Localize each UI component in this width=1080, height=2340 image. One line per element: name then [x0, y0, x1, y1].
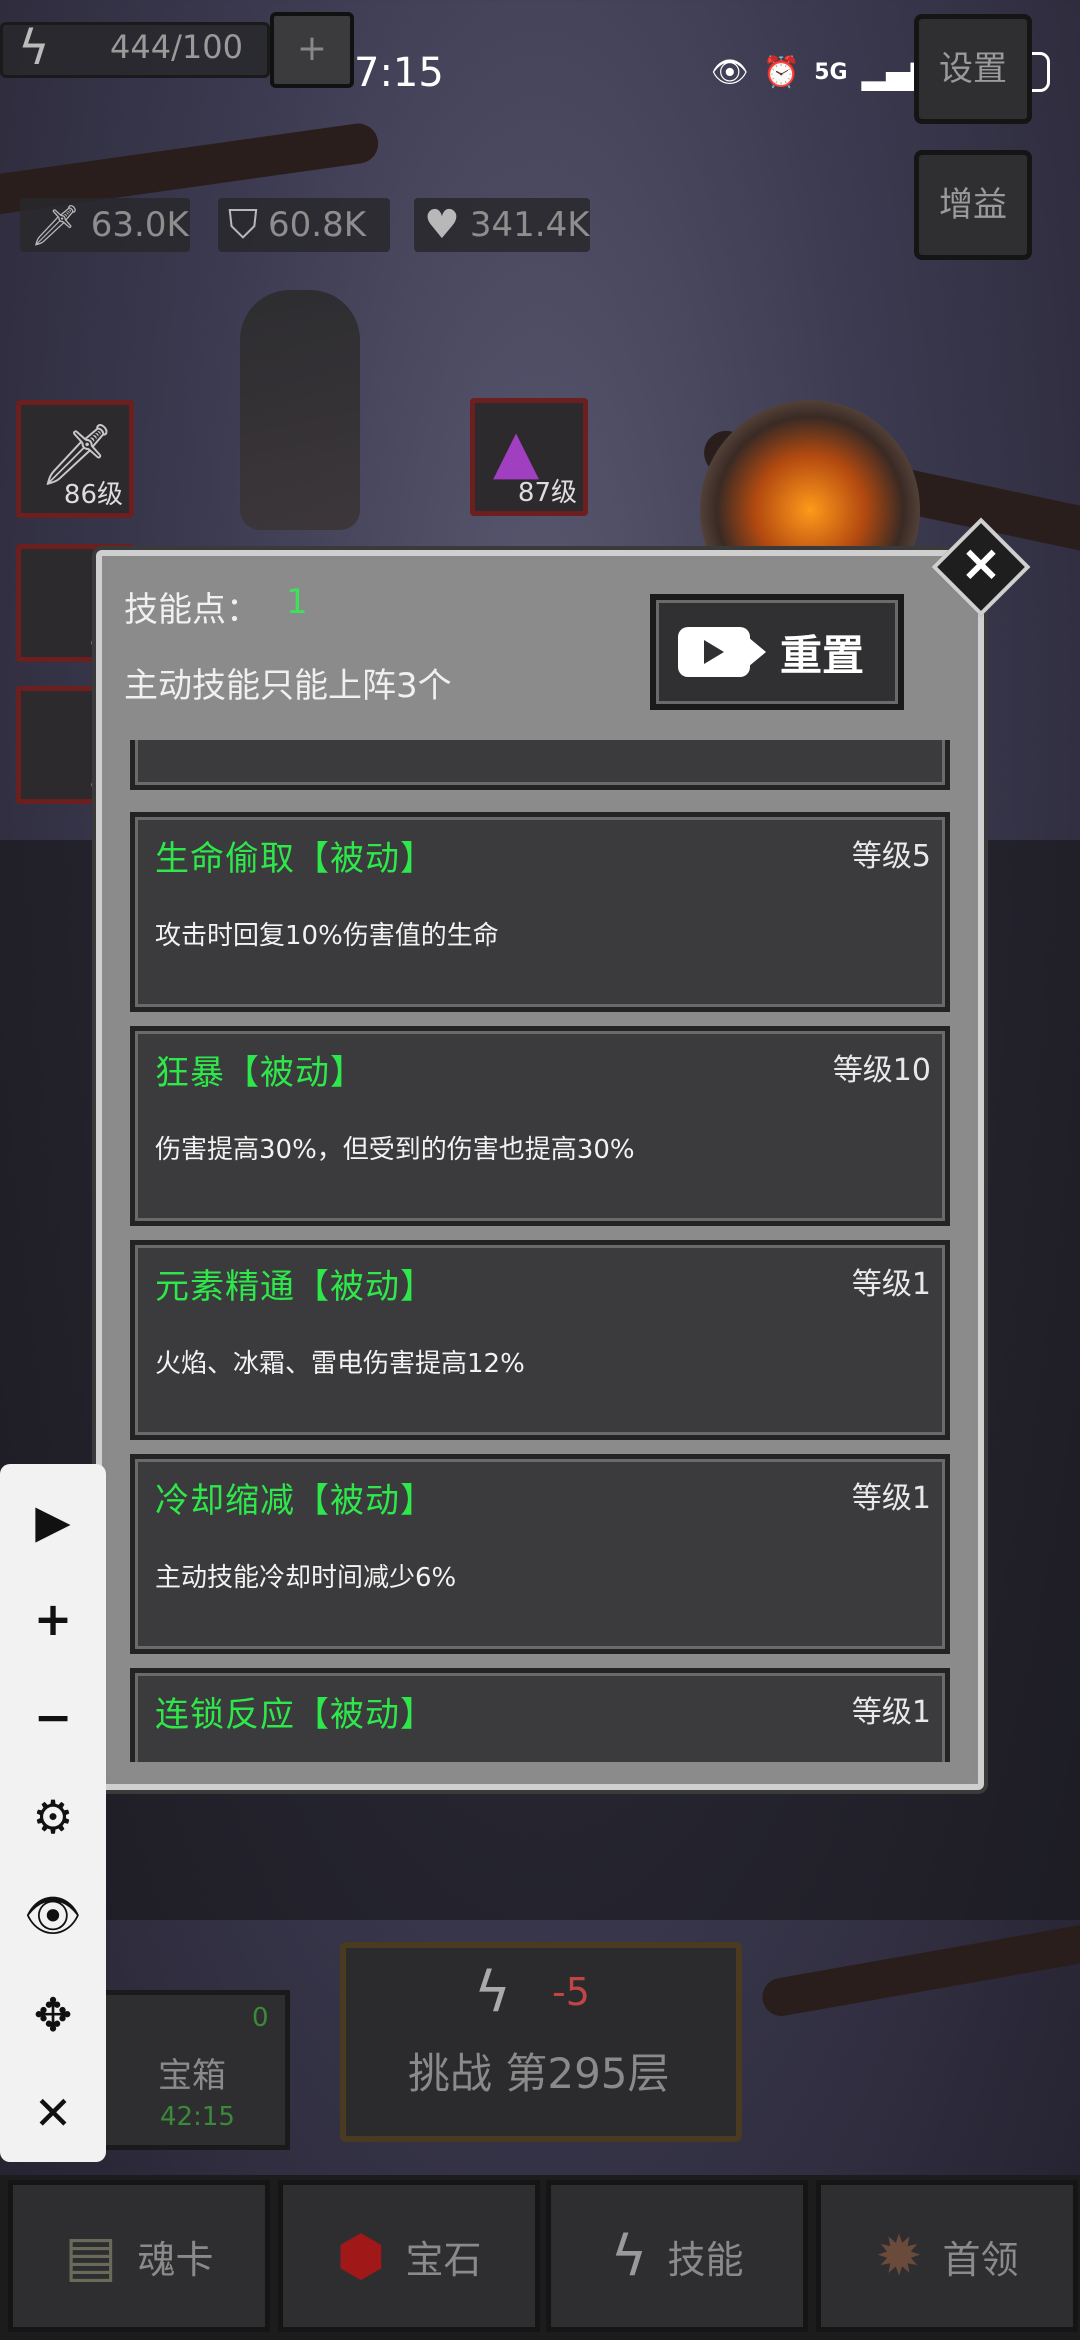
sword-icon: 🗡 [30, 202, 81, 249]
chest-label: 宝箱 [158, 2056, 226, 2096]
eye-icon[interactable]: 👁 [0, 1866, 106, 1964]
skill-level: 等级5 [851, 839, 931, 874]
heart-icon: ♥ [424, 202, 460, 248]
attack-stat: 🗡 63.0K [20, 198, 190, 252]
skill-title: 元素精通【被动】 [155, 1267, 435, 1307]
background-branch [759, 1919, 1080, 2019]
signal-label: 5G [814, 59, 848, 85]
skill-points-label: 技能点： [124, 590, 260, 630]
nav-label: 魂卡 [137, 2237, 214, 2282]
challenge-label: 挑战 第295层 [408, 2049, 670, 2098]
skill-desc: 伤害提高30%，但受到的伤害也提高30% [155, 1135, 635, 1165]
reset-button[interactable]: 重置 [650, 594, 904, 710]
buff-button[interactable]: 增益 [914, 150, 1032, 260]
floating-toolbar: ▶ + − ⚙ 👁 ✥ ✕ [0, 1464, 106, 2162]
equip-slot-hat[interactable]: ▲ 87级 [470, 398, 588, 516]
equip-level: 86级 [63, 480, 123, 510]
skill-card-partial [130, 740, 950, 790]
plus-icon[interactable]: + [0, 1570, 106, 1668]
lightning-icon: ϟ [18, 20, 50, 76]
active-skill-note: 主动技能只能上阵3个 [124, 666, 452, 706]
lightning-icon: ϟ [474, 1960, 511, 2025]
defense-value: 60.8K [268, 205, 366, 245]
nav-label: 技能 [667, 2237, 744, 2282]
defense-stat: ⛉ 60.8K [218, 198, 390, 252]
skill-level: 等级1 [851, 1267, 931, 1302]
reset-label: 重置 [780, 630, 865, 680]
skill-desc: 主动技能冷却时间减少6% [155, 1563, 457, 1593]
chest-timer: 42:15 [160, 2102, 235, 2132]
skill-card[interactable]: 冷却缩减【被动】 等级1 主动技能冷却时间减少6% [130, 1454, 950, 1654]
skill-level: 等级1 [851, 1481, 931, 1516]
nav-boss[interactable]: ✹ 首领 [816, 2180, 1078, 2332]
add-energy-button[interactable]: + [270, 12, 354, 88]
skill-title: 连锁反应【被动】 [155, 1695, 435, 1735]
skill-card[interactable]: 连锁反应【被动】 等级1 [130, 1668, 950, 1762]
close-icon[interactable]: × [946, 528, 1016, 598]
skill-title: 狂暴【被动】 [155, 1053, 365, 1093]
settings-button[interactable]: 设置 [914, 14, 1032, 124]
status-time: 7:15 [354, 50, 444, 96]
skill-points-value: 1 [286, 582, 308, 622]
attack-value: 63.0K [90, 205, 189, 245]
equip-slot-weapon[interactable]: 🗡 86级 [16, 400, 134, 518]
energy-value: 444/100 [110, 28, 243, 66]
chest-count: 0 [252, 2003, 269, 2033]
nav-soul-card[interactable]: ▤ 魂卡 [8, 2180, 270, 2332]
boss-icon: ✹ [875, 2223, 923, 2289]
skill-card[interactable]: 生命偷取【被动】 等级5 攻击时回复10%伤害值的生命 [130, 812, 950, 1012]
nav-skill[interactable]: ϟ 技能 [546, 2180, 808, 2332]
archer-hero [240, 290, 360, 530]
card-icon: ▤ [64, 2223, 118, 2289]
skill-desc: 攻击时回复10%伤害值的生命 [155, 921, 499, 951]
nav-label: 宝石 [405, 2237, 482, 2282]
nav-gem[interactable]: ⬢ 宝石 [278, 2180, 540, 2332]
skill-card[interactable]: 元素精通【被动】 等级1 火焰、冰霜、雷电伤害提高12% [130, 1240, 950, 1440]
skill-list[interactable]: 生命偷取【被动】 等级5 攻击时回复10%伤害值的生命 狂暴【被动】 等级10 … [130, 740, 950, 1762]
video-camera-icon [678, 627, 766, 677]
skill-desc: 火焰、冰霜、雷电伤害提高12% [155, 1349, 525, 1379]
move-icon[interactable]: ✥ [0, 1966, 106, 2064]
hp-stat: ♥ 341.4K [414, 198, 590, 252]
hp-value: 341.4K [469, 205, 590, 245]
gem-icon: ⬢ [336, 2223, 386, 2289]
eye-icon: 👁 [710, 54, 749, 90]
minus-icon[interactable]: − [0, 1668, 106, 1766]
skill-level: 等级10 [832, 1053, 931, 1088]
shield-icon: ⛉ [228, 202, 258, 248]
challenge-cost: -5 [552, 1970, 590, 2014]
lightning-icon: ϟ [610, 2223, 648, 2289]
play-icon[interactable]: ▶ [0, 1472, 106, 1570]
skill-title: 冷却缩减【被动】 [155, 1481, 435, 1521]
skill-card[interactable]: 狂暴【被动】 等级10 伤害提高30%，但受到的伤害也提高30% [130, 1026, 950, 1226]
skill-level: 等级1 [851, 1695, 931, 1730]
equip-level: 87级 [517, 478, 577, 508]
alarm-icon: ⏰ [762, 54, 801, 90]
close-icon[interactable]: ✕ [0, 2064, 106, 2162]
nav-label: 首领 [942, 2237, 1019, 2282]
skill-title: 生命偷取【被动】 [155, 839, 435, 879]
gear-icon[interactable]: ⚙ [0, 1768, 106, 1866]
